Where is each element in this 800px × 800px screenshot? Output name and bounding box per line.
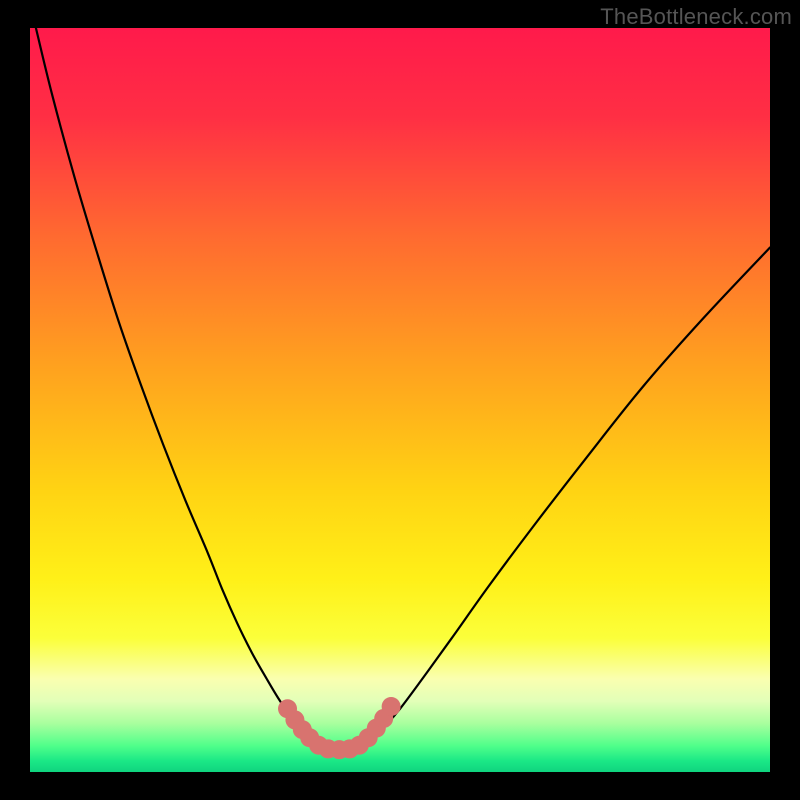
highlight-dot xyxy=(382,697,401,716)
gradient-background xyxy=(30,28,770,772)
watermark-text: TheBottleneck.com xyxy=(600,4,792,30)
chart-frame: TheBottleneck.com xyxy=(0,0,800,800)
plot-area xyxy=(30,28,770,772)
chart-svg xyxy=(30,28,770,772)
